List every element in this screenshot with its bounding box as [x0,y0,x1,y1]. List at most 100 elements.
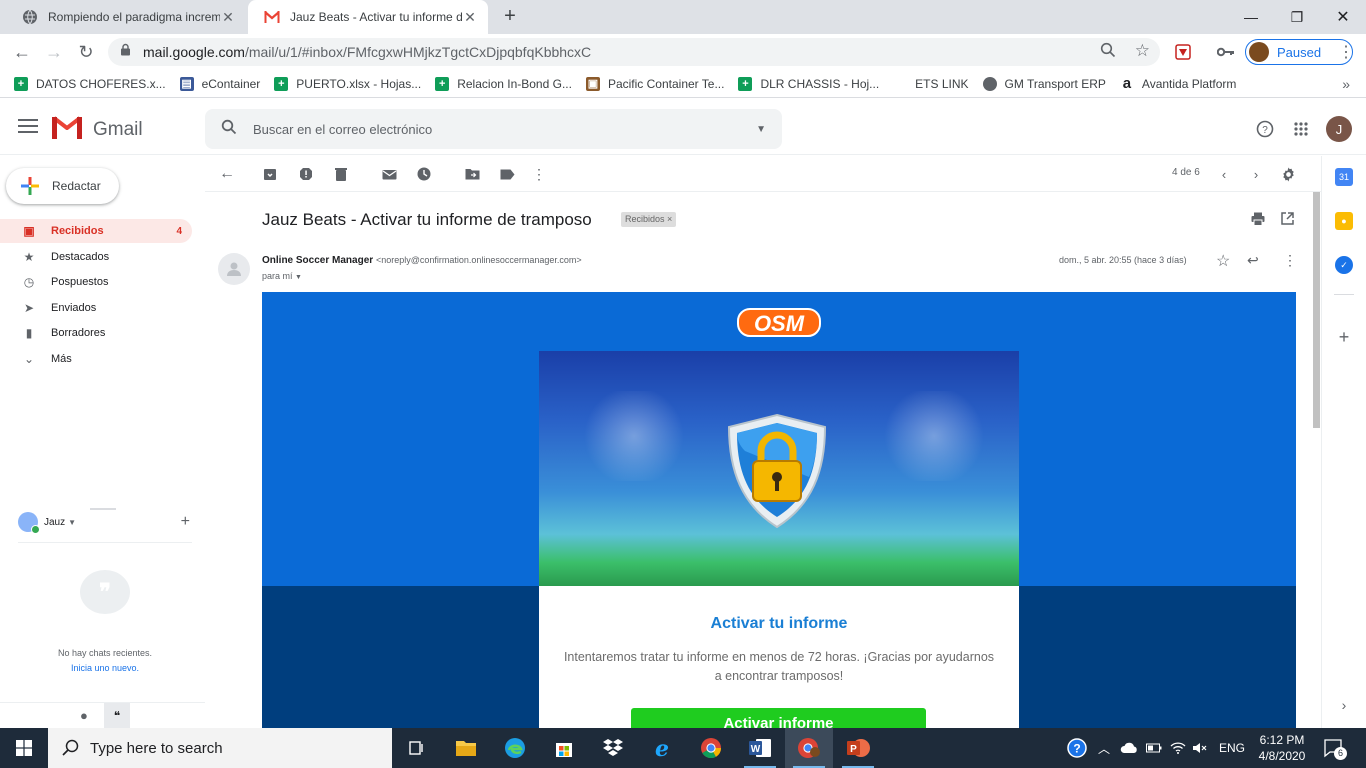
mail-search-box[interactable]: Buscar en el correo electrónico ▼ [205,109,782,149]
search-options-icon[interactable]: ▼ [756,124,766,135]
key-icon[interactable] [1214,40,1238,64]
bookmark[interactable]: + Relacion In-Bond G... [435,76,572,91]
add-chat-icon[interactable]: + [181,513,190,531]
report-spam-icon[interactable] [296,164,316,184]
search-icon[interactable] [1100,42,1116,63]
remove-label-icon[interactable]: × [667,214,672,224]
nav-item-inbox[interactable]: ▣ Recibidos 4 [0,219,192,243]
browser-tab-active[interactable]: Jauz Beats - Activar tu informe de ✕ [248,0,488,34]
bookmark[interactable]: ▤ eContainer [179,76,260,91]
edge-icon[interactable] [491,728,539,768]
help-icon[interactable]: ? [1253,117,1277,141]
notification-center-icon[interactable]: 6 [1322,728,1347,768]
nav-item-sent[interactable]: ➤ Enviados [0,296,192,320]
extension-icon[interactable] [1171,40,1195,64]
back-to-inbox-icon[interactable]: ← [217,164,237,184]
wifi-icon[interactable] [1170,728,1186,768]
file-explorer-icon[interactable] [442,728,490,768]
internet-explorer-icon[interactable]: e [638,728,686,768]
bookmark[interactable]: GM Transport ERP [982,76,1106,91]
chrome-menu-icon[interactable]: ⋮ [1334,40,1358,64]
start-new-chat-link[interactable]: Inicia uno nuevo. [0,661,210,676]
taskbar-clock[interactable]: 6:12 PM 4/8/2020 [1254,732,1310,764]
recipient-line[interactable]: para mí ▼ [262,271,302,281]
tasks-icon[interactable]: ✓ [1335,256,1353,274]
newer-icon[interactable]: ‹ [1214,164,1234,184]
taskbar-search[interactable]: Type here to search [48,728,392,768]
close-window-button[interactable]: ✕ [1320,0,1366,34]
language-indicator[interactable]: ENG [1219,728,1245,768]
more-bookmarks-icon[interactable]: » [1342,76,1350,92]
chrome-profile-icon[interactable] [785,728,833,768]
close-tab-icon[interactable]: ✕ [220,9,236,26]
store-icon[interactable] [540,728,588,768]
nav-item-drafts[interactable]: ▮ Borradores [0,321,192,345]
star-icon[interactable]: ☆ [1135,41,1150,61]
keep-icon[interactable]: ● [1335,212,1353,230]
show-hidden-icons[interactable]: ︿ [1098,728,1110,768]
delete-icon[interactable] [331,164,351,184]
chat-user[interactable]: Jauz ▼ + [18,512,190,534]
label-icon[interactable] [497,164,517,184]
reply-icon[interactable]: ↩ [1247,252,1259,269]
print-icon[interactable] [1251,212,1267,228]
divider [18,542,192,543]
container-icon: ▤ [179,76,194,91]
nav-item-more[interactable]: ⌄ Más [0,347,192,371]
calendar-icon[interactable]: 31 [1335,168,1353,186]
address-bar[interactable]: mail.google.com/mail/u/1/#inbox/FMfcgxwH… [108,38,1160,66]
word-icon[interactable]: W [736,728,784,768]
search-icon[interactable] [221,119,237,140]
chrome-icon[interactable] [687,728,735,768]
bookmark[interactable]: ETS LINK [915,77,968,91]
bookmark[interactable]: + PUERTO.xlsx - Hojas... [274,76,421,91]
maximize-button[interactable]: ❐ [1274,0,1320,34]
more-options-icon[interactable]: ⋮ [529,164,549,184]
bookmark[interactable]: + DLR CHASSIS - Hoj... [738,76,879,91]
activate-report-button[interactable]: Activar informe [631,708,926,728]
archive-icon[interactable] [260,164,280,184]
bookmark[interactable]: + DATOS CHOFERES.x... [14,76,166,91]
forward-icon[interactable]: → [42,40,66,64]
hangouts-tab-icon[interactable]: ❝ [104,703,130,729]
scrollbar-thumb[interactable] [1313,192,1320,428]
windows-start-icon[interactable] [0,728,48,768]
older-icon[interactable]: › [1246,164,1266,184]
more-options-icon[interactable]: ⋮ [1283,252,1297,269]
account-avatar[interactable]: J [1326,116,1352,142]
compose-button[interactable]: Redactar [6,168,119,204]
star-icon[interactable]: ☆ [1216,251,1230,271]
task-view-icon[interactable] [392,728,440,768]
back-icon[interactable]: ← [10,40,34,64]
minimize-button[interactable]: — [1228,0,1274,34]
close-tab-icon[interactable]: ✕ [462,9,478,26]
taskbar-search-input[interactable]: Type here to search [90,740,223,757]
main-menu-icon[interactable] [18,119,38,137]
reload-icon[interactable]: ↻ [74,40,98,64]
settings-gear-icon[interactable] [1278,164,1298,184]
dropbox-icon[interactable] [589,728,637,768]
expand-panel-icon[interactable]: › [1335,696,1353,714]
bookmark[interactable]: a Avantida Platform [1120,75,1237,92]
onedrive-icon[interactable] [1120,728,1138,768]
bookmark[interactable]: ▣ Pacific Container Te... [585,76,724,91]
battery-icon[interactable] [1146,728,1162,768]
mark-unread-icon[interactable] [379,164,399,184]
move-to-icon[interactable] [462,164,482,184]
powerpoint-icon[interactable]: P [834,728,882,768]
volume-muted-icon[interactable] [1192,728,1208,768]
gmail-logo-icon[interactable] [52,115,82,141]
contacts-icon[interactable]: ● [80,708,88,723]
help-tray-icon[interactable]: ? [1066,728,1088,768]
snooze-icon[interactable] [414,164,434,184]
add-addon-icon[interactable]: + [1335,327,1353,347]
apps-grid-icon[interactable] [1289,117,1313,141]
sender-name[interactable]: Online Soccer Manager [262,255,373,266]
browser-tab[interactable]: Rompiendo el paradigma increm ✕ [6,0,246,34]
nav-item-starred[interactable]: ★ Destacados [0,245,192,269]
open-in-new-window-icon[interactable] [1281,212,1297,228]
label-chip[interactable]: Recibidos × [621,212,677,227]
nav-item-snoozed[interactable]: ◷ Pospuestos [0,270,192,294]
search-input[interactable]: Buscar en el correo electrónico [253,122,756,137]
new-tab-button[interactable]: + [498,5,522,28]
